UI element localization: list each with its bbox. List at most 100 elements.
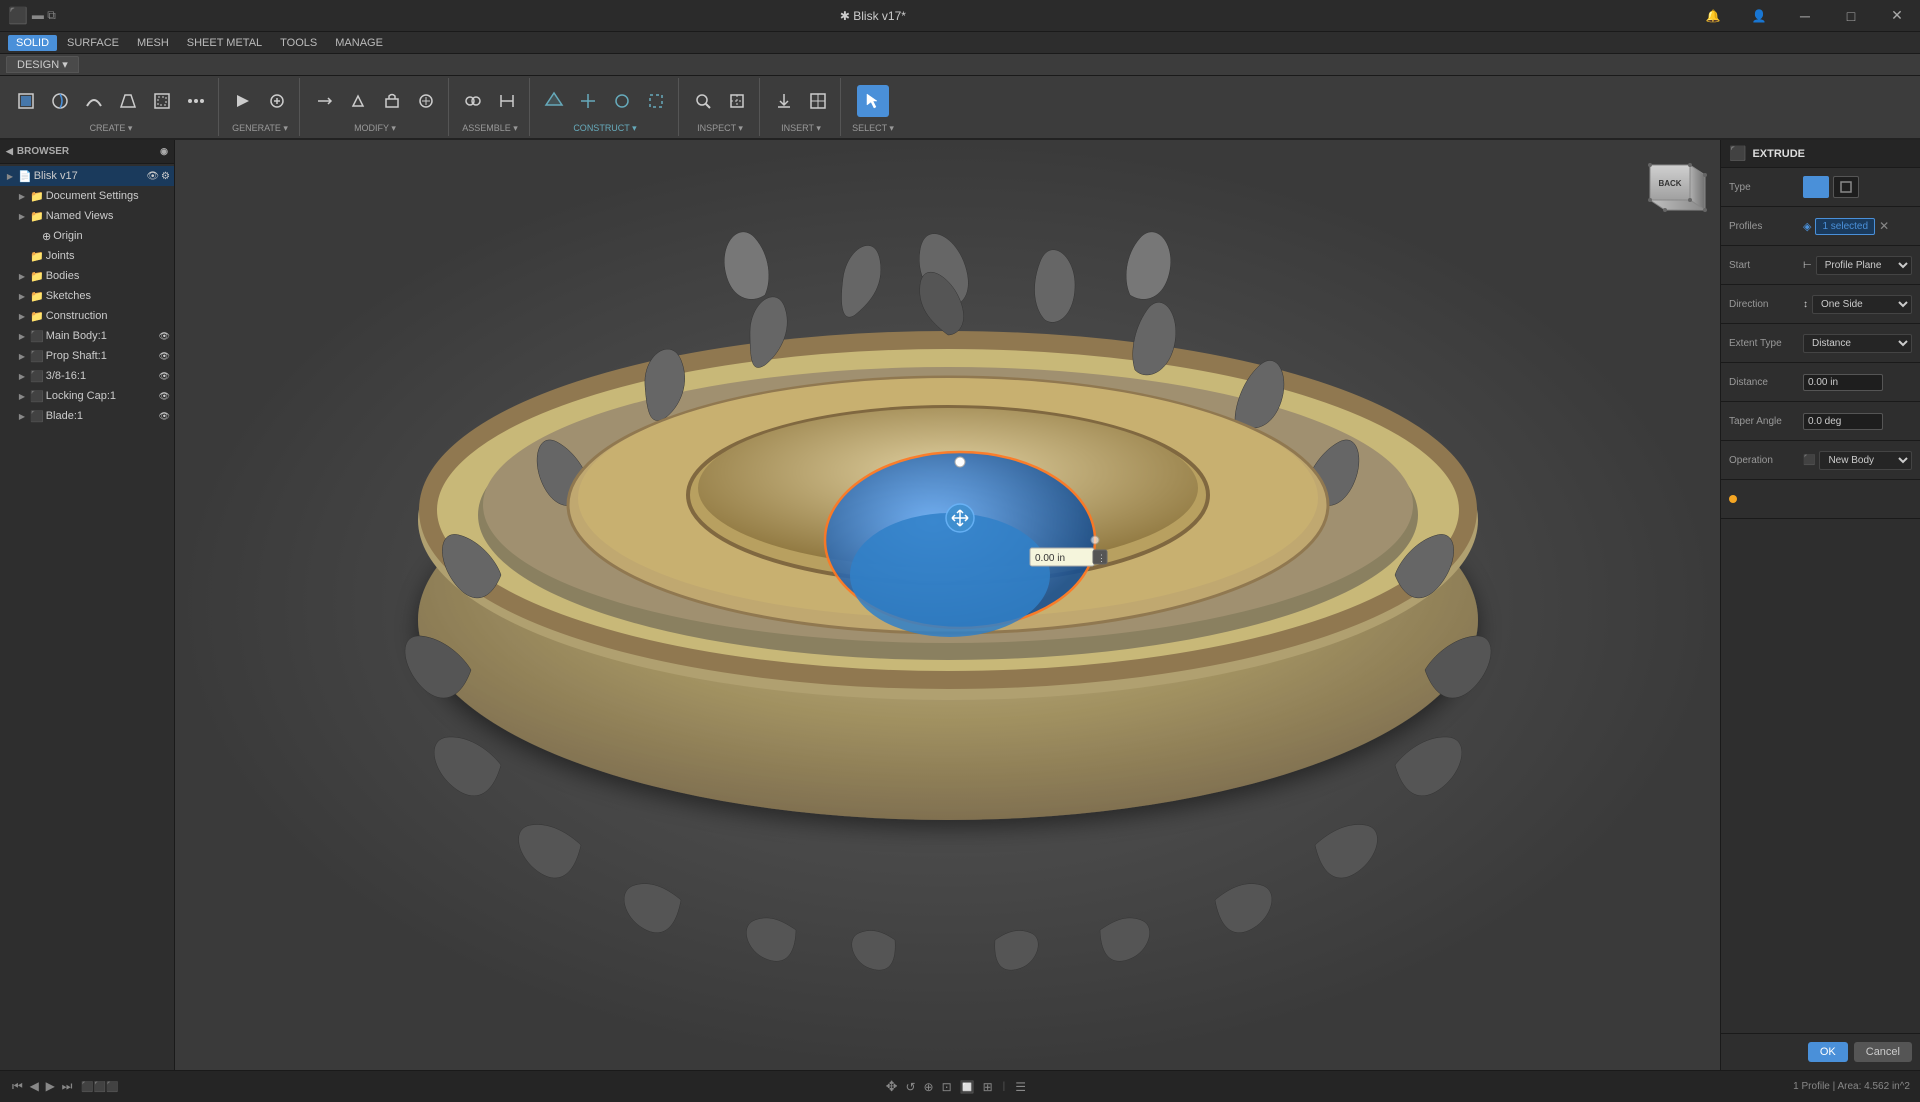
start-icon: ⊢ (1803, 260, 1812, 271)
nav-icon-grid[interactable]: ⊞ (983, 1080, 993, 1094)
create-sweep-btn[interactable] (78, 85, 110, 117)
assemble-icons (457, 80, 523, 121)
tree-item-joints[interactable]: ▶ 📁 Joints (0, 246, 174, 266)
eye-3-16[interactable]: 👁 (159, 371, 170, 382)
inspect-group-label[interactable]: INSPECT ▾ (697, 121, 743, 134)
distance-input[interactable] (1803, 374, 1883, 391)
inspect-icons (687, 80, 753, 121)
browser-tree: ▶ 📄 Blisk v17 👁 ⚙ ▶ 📁 Document Settings … (0, 164, 174, 1070)
nav-icon-orbit[interactable]: ↺ (905, 1080, 915, 1094)
window-account[interactable]: 👤 (1736, 0, 1782, 32)
design-tab-button[interactable]: DESIGN ▾ (6, 56, 79, 73)
eye-lockingcap[interactable]: 👁 (159, 391, 170, 402)
create-revolve-btn[interactable] (44, 85, 76, 117)
settings-icon-root[interactable]: ⚙ (161, 171, 170, 182)
eye-mainbody[interactable]: 👁 (159, 331, 170, 342)
modify-btn4[interactable] (410, 85, 442, 117)
viewport[interactable]: 0.00 in ⋮ (175, 140, 1720, 1070)
tree-item-lockingcap[interactable]: ▶ ⬛ Locking Cap:1 👁 (0, 386, 174, 406)
maximize-button[interactable]: □ (1828, 0, 1874, 32)
distance-label: Distance (1729, 377, 1799, 388)
modify-btn1[interactable] (308, 85, 340, 117)
tree-icon-construction: 📁 (30, 310, 44, 323)
browser-header: ◀ BROWSER ◉ (0, 140, 174, 164)
toolbar-group-assemble: ASSEMBLE ▾ (451, 78, 530, 136)
tree-item-blade[interactable]: ▶ ⬛ Blade:1 👁 (0, 406, 174, 426)
construct-btn4[interactable] (640, 85, 672, 117)
minimize-button[interactable]: ─ (1782, 0, 1828, 32)
type-solid-btn[interactable] (1803, 176, 1829, 198)
construct-btn3[interactable] (606, 85, 638, 117)
tree-item-origin[interactable]: ▶ ⊕ Origin (0, 226, 174, 246)
nav-icon-zoom[interactable]: ⊕ (924, 1080, 934, 1094)
start-select[interactable]: Profile Plane Offset (1816, 256, 1912, 275)
tree-item-sketches[interactable]: ▶ 📁 Sketches (0, 286, 174, 306)
menu-surface[interactable]: SURFACE (59, 35, 127, 51)
tree-item-docsettings[interactable]: ▶ 📁 Document Settings (0, 186, 174, 206)
menu-mesh[interactable]: MESH (129, 35, 177, 51)
generate-group-label[interactable]: GENERATE ▾ (232, 121, 288, 134)
select-btn1[interactable] (857, 85, 889, 117)
tree-icon-propshaft: ⬛ (30, 350, 44, 363)
cancel-button[interactable]: Cancel (1854, 1042, 1912, 1062)
nav-icon-pan[interactable]: ✥ (886, 1078, 898, 1095)
tree-item-construction[interactable]: ▶ 📁 Construction (0, 306, 174, 326)
eye-propshaft[interactable]: 👁 (159, 351, 170, 362)
assemble-btn2[interactable] (491, 85, 523, 117)
construct-btn2[interactable] (572, 85, 604, 117)
tree-item-mainbody[interactable]: ▶ ⬛ Main Body:1 👁 (0, 326, 174, 346)
insert-group-label[interactable]: INSERT ▾ (781, 121, 821, 134)
modify-btn2[interactable] (342, 85, 374, 117)
menu-tools[interactable]: TOOLS (272, 35, 325, 51)
create-more-btn[interactable] (180, 85, 212, 117)
direction-select[interactable]: One Side Two Sides Symmetric (1812, 295, 1912, 314)
operation-select[interactable]: New Body Join Cut Intersect (1819, 451, 1912, 470)
status-center: ✥ ↺ ⊕ ⊡ 🔲 ⊞ | ☰ (886, 1078, 1026, 1095)
status-bar: ⏮ ◀ ▶ ⏭ ⬛⬛⬛ ✥ ↺ ⊕ ⊡ 🔲 ⊞ | ☰ 1 Profile | … (0, 1070, 1920, 1102)
assemble-group-label[interactable]: ASSEMBLE ▾ (462, 121, 518, 134)
tree-item-namedviews[interactable]: ▶ 📁 Named Views (0, 206, 174, 226)
nav-icon-display[interactable]: ☰ (1015, 1080, 1026, 1094)
inspect-btn1[interactable] (687, 85, 719, 117)
construct-group-label[interactable]: CONSTRUCT ▾ (573, 121, 636, 134)
view-cube[interactable]: BACK (1630, 150, 1710, 230)
eye-blade[interactable]: 👁 (159, 411, 170, 422)
insert-btn1[interactable] (768, 85, 800, 117)
nav-icon-view[interactable]: 🔲 (960, 1080, 975, 1094)
eye-icon-root[interactable]: 👁 (146, 171, 159, 182)
generate-btn2[interactable] (261, 85, 293, 117)
modify-group-label[interactable]: MODIFY ▾ (354, 121, 396, 134)
close-button[interactable]: ✕ (1874, 0, 1920, 32)
menu-solid[interactable]: SOLID (8, 35, 57, 51)
nav-icon-fit[interactable]: ⊡ (942, 1080, 952, 1094)
construct-btn1[interactable] (538, 85, 570, 117)
insert-btn2[interactable] (802, 85, 834, 117)
select-group-label[interactable]: SELECT ▾ (852, 121, 894, 134)
tree-item-root[interactable]: ▶ 📄 Blisk v17 👁 ⚙ (0, 166, 174, 186)
menu-bar: SOLID SURFACE MESH SHEET METAL TOOLS MAN… (0, 32, 1920, 54)
ok-button[interactable]: OK (1808, 1042, 1848, 1062)
taper-input[interactable] (1803, 413, 1883, 430)
browser-collapse-icon[interactable]: ◉ (160, 146, 168, 157)
menu-manage[interactable]: MANAGE (327, 35, 391, 51)
extent-select[interactable]: Distance To Object All (1803, 334, 1912, 353)
tree-item-bodies[interactable]: ▶ 📁 Bodies (0, 266, 174, 286)
profiles-clear-btn[interactable]: ✕ (1879, 219, 1889, 233)
profiles-selected-btn[interactable]: 1 selected (1815, 218, 1875, 235)
assemble-btn1[interactable] (457, 85, 489, 117)
tree-item-propshaft[interactable]: ▶ ⬛ Prop Shaft:1 👁 (0, 346, 174, 366)
modify-btn3[interactable] (376, 85, 408, 117)
create-loft-btn[interactable] (112, 85, 144, 117)
tree-item-3-16-1[interactable]: ▶ ⬛ 3/8-16:1 👁 (0, 366, 174, 386)
create-shell-btn[interactable] (146, 85, 178, 117)
create-extrude-btn[interactable] (10, 85, 42, 117)
type-surface-btn[interactable] (1833, 176, 1859, 198)
menu-sheet-metal[interactable]: SHEET METAL (179, 35, 270, 51)
inspect-btn2[interactable] (721, 85, 753, 117)
browser-expand-icon[interactable]: ◀ (6, 146, 13, 157)
create-group-label[interactable]: CREATE ▾ (90, 121, 133, 134)
title-bar: ⬛ ▬ ⧉ ✱ Blisk v17* 🔔 👤 ─ □ ✕ (0, 0, 1920, 32)
generate-btn1[interactable] (227, 85, 259, 117)
window-notification[interactable]: 🔔 (1690, 0, 1736, 32)
profiles-section: Profiles ◈ 1 selected ✕ (1721, 207, 1920, 246)
